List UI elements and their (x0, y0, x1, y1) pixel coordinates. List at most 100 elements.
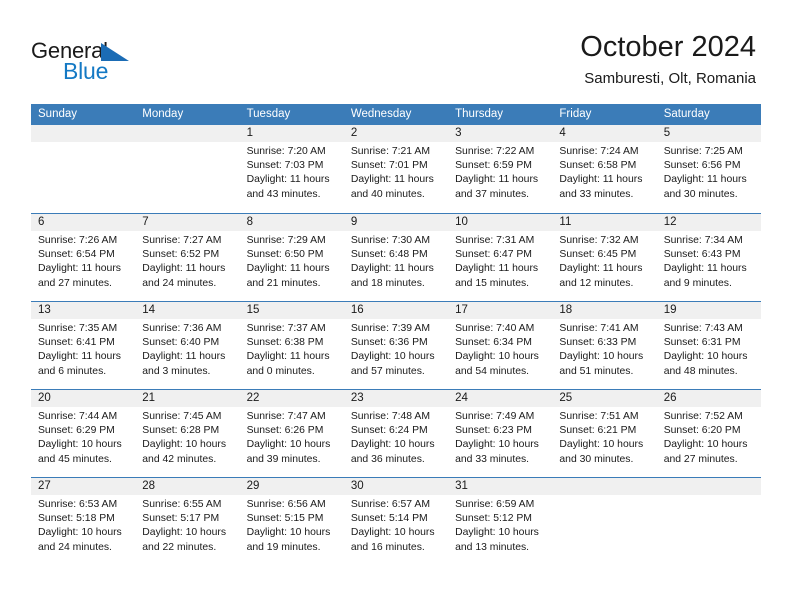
calendar-day-cell[interactable]: 18 Sunrise: 7:41 AM Sunset: 6:33 PM Dayligh… (552, 302, 657, 389)
calendar-day-cell[interactable]: 2 Sunrise: 7:21 AM Sunset: 7:01 PM Daylight… (343, 125, 449, 213)
sunrise-text: Sunrise: 7:30 AM (350, 235, 430, 246)
day-sun-info: Sunrise: 7:45 AM Sunset: 6:28 PM Daylight:… (135, 407, 239, 467)
title-block: October 2024 Samburesti, Olt, Romania (580, 30, 756, 89)
calendar-day-cell[interactable]: 12 Sunrise: 7:34 AM Sunset: 6:43 PM Dayligh… (656, 214, 761, 301)
day-number: 13 (31, 302, 136, 319)
sunrise-text: Sunrise: 7:26 AM (38, 235, 118, 246)
day-sun-info: Sunrise: 7:30 AM Sunset: 6:48 PM Daylight:… (344, 231, 448, 291)
calendar-day-cell[interactable]: 26 Sunrise: 7:52 AM Sunset: 6:20 PM Dayligh… (656, 390, 761, 477)
sunset-text: Sunset: 6:40 PM (142, 337, 220, 349)
sunset-text: Sunset: 6:20 PM (663, 425, 741, 437)
sunrise-text: Sunrise: 7:51 AM (559, 411, 639, 422)
sunrise-text: Sunrise: 7:48 AM (350, 411, 430, 422)
calendar-day-cell[interactable]: 21 Sunrise: 7:45 AM Sunset: 6:28 PM Dayligh… (135, 390, 240, 477)
daylight-text: Daylight: 11 hours and 40 minutes. (350, 174, 434, 200)
sunrise-text: Sunrise: 7:29 AM (246, 235, 326, 246)
calendar-day-cell[interactable]: 10 Sunrise: 7:31 AM Sunset: 6:47 PM Dayligh… (448, 214, 553, 301)
sunset-text: Sunset: 6:43 PM (663, 249, 741, 261)
day-number: 5 (656, 125, 761, 142)
day-sun-info: Sunrise: 7:48 AM Sunset: 6:24 PM Daylight:… (344, 407, 448, 467)
day-sun-info: Sunrise: 7:34 AM Sunset: 6:43 PM Daylight:… (657, 231, 761, 291)
sunrise-text: Sunrise: 7:39 AM (350, 323, 430, 334)
calendar-day-cell[interactable]: 25 Sunrise: 7:51 AM Sunset: 6:21 PM Dayligh… (552, 390, 657, 477)
day-number: 25 (552, 390, 657, 407)
daylight-text: Daylight: 11 hours and 18 minutes. (350, 263, 434, 289)
weekday-header-thursday: Thursday (455, 108, 504, 120)
daylight-text: Daylight: 10 hours and 39 minutes. (246, 439, 331, 465)
calendar-day-cell[interactable]: 29 Sunrise: 6:56 AM Sunset: 5:15 PM Dayligh… (239, 478, 344, 565)
calendar-day-cell[interactable]: 9 Sunrise: 7:30 AM Sunset: 6:48 PM Daylight… (343, 214, 449, 301)
calendar-day-cell[interactable]: 17 Sunrise: 7:40 AM Sunset: 6:34 PM Dayligh… (448, 302, 553, 389)
sunset-text: Sunset: 6:26 PM (246, 425, 324, 437)
day-number: 7 (135, 214, 240, 231)
calendar-day-cell[interactable]: 14 Sunrise: 7:36 AM Sunset: 6:40 PM Dayligh… (135, 302, 240, 389)
calendar-day-cell[interactable]: 31 Sunrise: 6:59 AM Sunset: 5:12 PM Dayligh… (448, 478, 553, 565)
calendar-day-cell[interactable]: 30 Sunrise: 6:57 AM Sunset: 5:14 PM Dayligh… (343, 478, 449, 565)
calendar-day-cell[interactable]: 15 Sunrise: 7:37 AM Sunset: 6:38 PM Dayligh… (239, 302, 344, 389)
day-number: 30 (343, 478, 449, 495)
day-number: 20 (31, 390, 136, 407)
day-number: 21 (135, 390, 240, 407)
calendar-day-cell[interactable]: 6 Sunrise: 7:26 AM Sunset: 6:54 PM Daylight… (31, 214, 136, 301)
daylight-text: Daylight: 10 hours and 57 minutes. (350, 351, 435, 377)
sunset-text: Sunset: 6:48 PM (350, 249, 428, 261)
weekday-header-monday: Monday (142, 108, 184, 120)
sunrise-text: Sunrise: 7:41 AM (559, 323, 639, 334)
calendar-day-cell-empty (656, 478, 761, 565)
sunrise-text: Sunrise: 7:36 AM (142, 323, 222, 334)
sunset-text: Sunset: 6:52 PM (142, 249, 220, 261)
calendar-week-row: 1 Sunrise: 7:20 AM Sunset: 7:03 PM Daylight… (31, 125, 761, 213)
sunset-text: Sunset: 6:29 PM (38, 425, 115, 437)
daylight-text: Daylight: 11 hours and 24 minutes. (142, 263, 226, 289)
daylight-text: Daylight: 11 hours and 30 minutes. (663, 174, 747, 200)
calendar-day-cell[interactable]: 7 Sunrise: 7:27 AM Sunset: 6:52 PM Daylight… (135, 214, 240, 301)
calendar-day-cell[interactable]: 16 Sunrise: 7:39 AM Sunset: 6:36 PM Dayligh… (343, 302, 449, 389)
sunrise-text: Sunrise: 6:56 AM (246, 499, 326, 510)
daylight-text: Daylight: 10 hours and 45 minutes. (38, 439, 122, 465)
weekday-header-wednesday: Wednesday (350, 108, 412, 120)
day-number: 10 (448, 214, 553, 231)
calendar-day-cell[interactable]: 23 Sunrise: 7:48 AM Sunset: 6:24 PM Dayligh… (343, 390, 449, 477)
day-sun-info: Sunrise: 7:43 AM Sunset: 6:31 PM Daylight:… (657, 319, 761, 379)
day-sun-info: Sunrise: 6:55 AM Sunset: 5:17 PM Daylight:… (135, 495, 239, 555)
day-sun-info: Sunrise: 7:52 AM Sunset: 6:20 PM Daylight:… (657, 407, 761, 467)
calendar-week-row: 6 Sunrise: 7:26 AM Sunset: 6:54 PM Daylight… (31, 213, 761, 301)
calendar-day-cell[interactable]: 8 Sunrise: 7:29 AM Sunset: 6:50 PM Daylight… (239, 214, 344, 301)
day-number: 22 (239, 390, 344, 407)
calendar-day-cell[interactable]: 11 Sunrise: 7:32 AM Sunset: 6:45 PM Dayligh… (552, 214, 657, 301)
day-number (135, 125, 240, 142)
calendar-day-cell[interactable]: 19 Sunrise: 7:43 AM Sunset: 6:31 PM Dayligh… (656, 302, 761, 389)
calendar-day-cell[interactable]: 20 Sunrise: 7:44 AM Sunset: 6:29 PM Dayligh… (31, 390, 136, 477)
calendar-day-cell[interactable]: 13 Sunrise: 7:35 AM Sunset: 6:41 PM Dayligh… (31, 302, 136, 389)
general-blue-logo[interactable]: General Blue (31, 38, 161, 84)
day-sun-info: Sunrise: 7:26 AM Sunset: 6:54 PM Daylight:… (31, 231, 135, 291)
sunset-text: Sunset: 6:47 PM (455, 249, 532, 261)
daylight-text: Daylight: 11 hours and 43 minutes. (246, 174, 330, 200)
daylight-text: Daylight: 10 hours and 22 minutes. (142, 527, 227, 553)
daylight-text: Daylight: 11 hours and 0 minutes. (246, 351, 330, 377)
calendar-day-cell[interactable]: 28 Sunrise: 6:55 AM Sunset: 5:17 PM Dayligh… (135, 478, 240, 565)
day-sun-info: Sunrise: 7:27 AM Sunset: 6:52 PM Daylight:… (135, 231, 239, 291)
daylight-text: Daylight: 11 hours and 9 minutes. (663, 263, 747, 289)
calendar-day-cell[interactable]: 1 Sunrise: 7:20 AM Sunset: 7:03 PM Daylight… (239, 125, 344, 213)
day-number: 18 (552, 302, 657, 319)
sunset-text: Sunset: 6:31 PM (663, 337, 741, 349)
calendar-day-cell[interactable]: 24 Sunrise: 7:49 AM Sunset: 6:23 PM Dayligh… (448, 390, 553, 477)
calendar-day-cell[interactable]: 22 Sunrise: 7:47 AM Sunset: 6:26 PM Dayligh… (239, 390, 344, 477)
calendar-day-cell[interactable]: 3 Sunrise: 7:22 AM Sunset: 6:59 PM Daylight… (448, 125, 553, 213)
sunrise-text: Sunrise: 7:49 AM (455, 411, 535, 422)
day-sun-info: Sunrise: 7:51 AM Sunset: 6:21 PM Daylight:… (552, 407, 656, 467)
calendar-day-cell[interactable]: 4 Sunrise: 7:24 AM Sunset: 6:58 PM Daylight… (552, 125, 657, 213)
sunset-text: Sunset: 6:58 PM (559, 160, 637, 172)
day-number: 17 (448, 302, 553, 319)
daylight-text: Daylight: 11 hours and 27 minutes. (38, 263, 121, 289)
sunset-text: Sunset: 6:59 PM (455, 160, 532, 172)
day-number (656, 478, 761, 495)
calendar-day-cell[interactable]: 5 Sunrise: 7:25 AM Sunset: 6:56 PM Daylight… (656, 125, 761, 213)
calendar-day-cell[interactable]: 27 Sunrise: 6:53 AM Sunset: 5:18 PM Dayligh… (31, 478, 136, 565)
daylight-text: Daylight: 11 hours and 21 minutes. (246, 263, 330, 289)
day-sun-info: Sunrise: 7:36 AM Sunset: 6:40 PM Daylight:… (135, 319, 239, 379)
calendar-weeks: 1 Sunrise: 7:20 AM Sunset: 7:03 PM Daylight… (31, 125, 761, 565)
day-number: 8 (239, 214, 344, 231)
day-sun-info: Sunrise: 7:31 AM Sunset: 6:47 PM Daylight:… (448, 231, 552, 291)
